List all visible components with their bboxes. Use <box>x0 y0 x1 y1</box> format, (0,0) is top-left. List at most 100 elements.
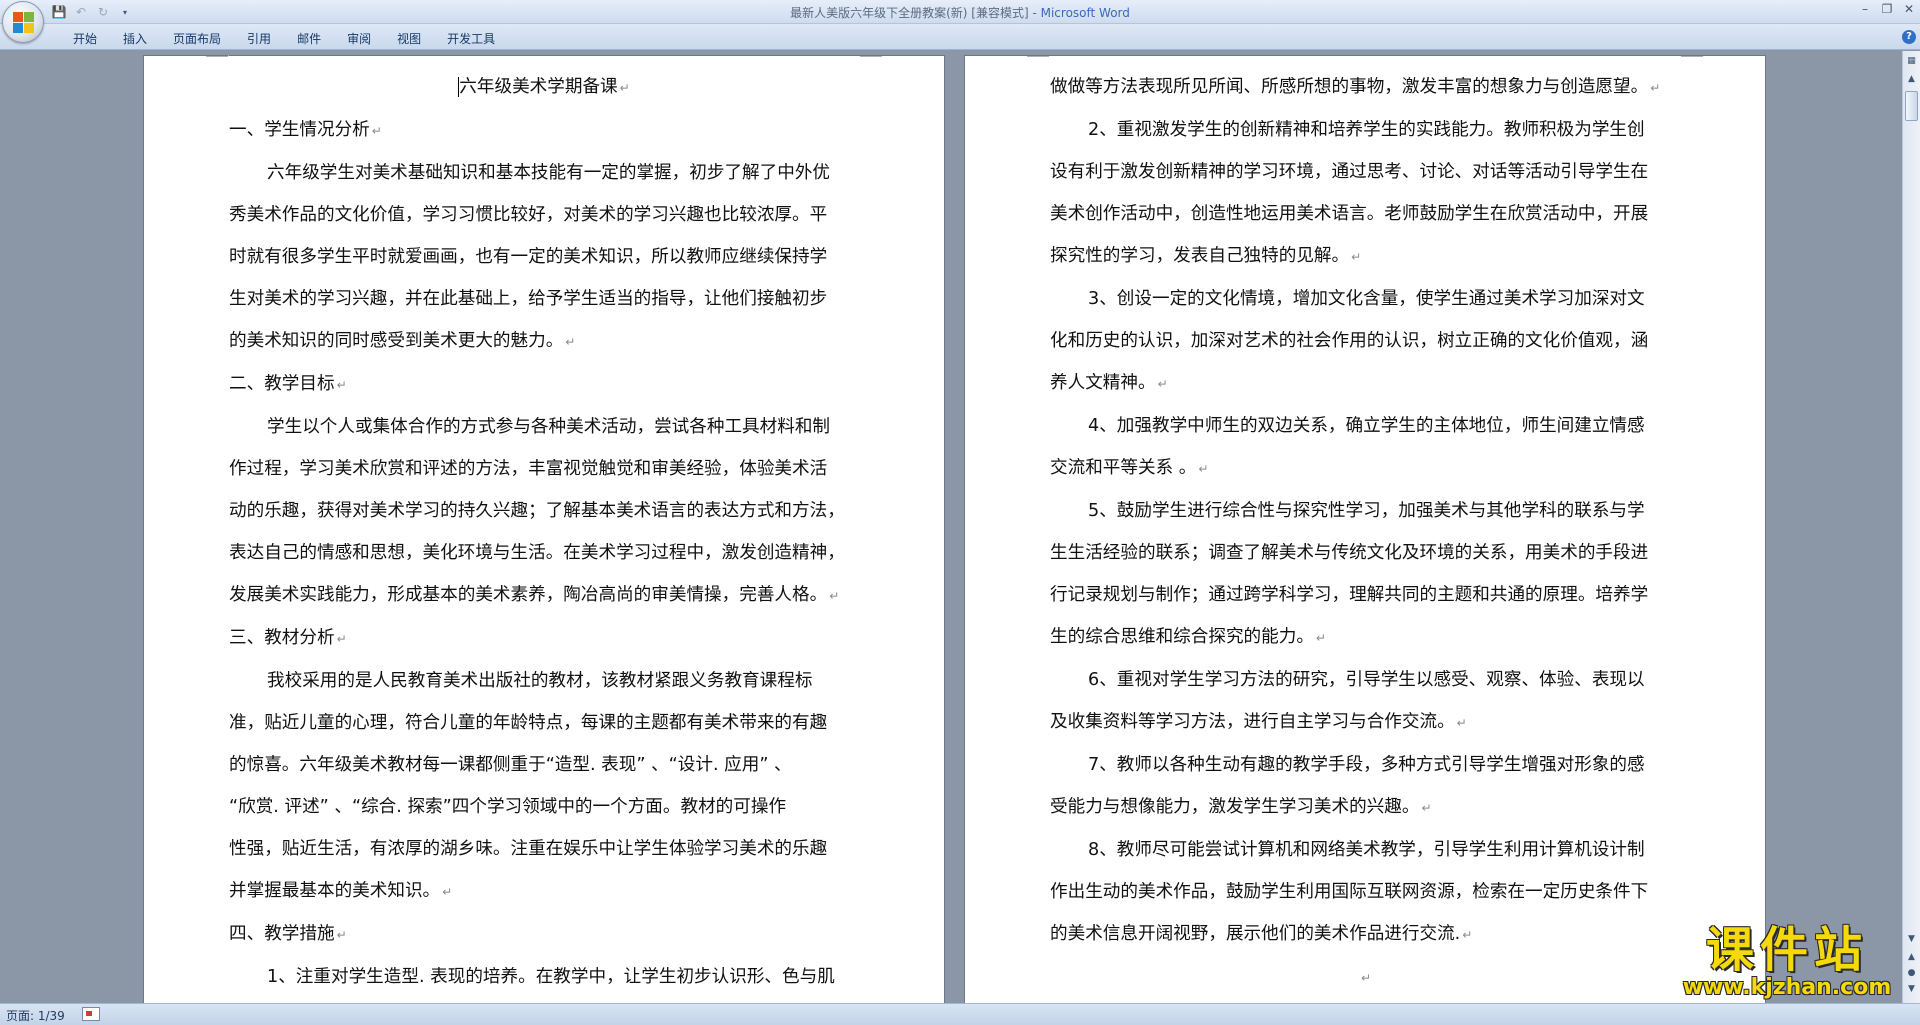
line-text: 一、学生情况分析 <box>229 120 370 140</box>
paragraph-line[interactable]: 学生以个人或集体合作的方式参与各种美术活动，尝试各种工具材料和制 <box>229 406 859 448</box>
window-controls: – ❐ ✕ <box>1854 0 1920 18</box>
paragraph-mark-icon: ↵ <box>1360 971 1372 985</box>
tab-insert[interactable]: 插入 <box>110 29 160 48</box>
tab-mailings[interactable]: 邮件 <box>284 29 334 48</box>
paragraph-line[interactable]: 二、教学目标 ↵ <box>229 363 859 406</box>
paragraph-line[interactable]: 养人文精神。 ↵ <box>1050 362 1680 405</box>
paragraph-line[interactable]: 的美术知识的同时感受到美术更大的魅力。 ↵ <box>229 320 859 363</box>
paragraph-line[interactable]: 7、教师以各种生动有趣的教学手段，多种方式引导学生增强对形象的感 <box>1050 744 1680 786</box>
paragraph-line[interactable]: 时就有很多学生平时就爱画画，也有一定的美术知识，所以教师应继续保持学 <box>229 236 859 278</box>
paragraph-line[interactable]: 表达自己的情感和思想，美化环境与生活。在美术学习过程中，激发创造精神， <box>229 532 859 574</box>
help-icon[interactable]: ? <box>1902 30 1916 44</box>
line-text: 美术创作活动中，创造性地运用美术语言。老师鼓励学生在欣赏活动中，开展 <box>1050 204 1649 224</box>
paragraph-line[interactable]: 美术创作活动中，创造性地运用美术语言。老师鼓励学生在欣赏活动中，开展 <box>1050 193 1680 235</box>
line-text: 5、鼓励学生进行综合性与探究性学习，加强美术与其他学科的联系与学 <box>1088 501 1645 521</box>
paragraph-line[interactable]: 一、学生情况分析 ↵ <box>229 109 859 152</box>
status-page-number[interactable]: 页面: 1/39 <box>6 1007 65 1024</box>
paragraph-line[interactable]: 作出生动的美术作品，鼓励学生利用国际互联网资源，检索在一定历史条件下 <box>1050 871 1680 913</box>
line-text: 四、教学措施 <box>229 924 335 944</box>
window-title: 最新人美版六年级下全册教案(新) [兼容模式] - Microsoft Word <box>0 4 1920 21</box>
paragraph-line[interactable]: 及收集资料等学习方法，进行自主学习与合作交流。 ↵ <box>1050 701 1680 744</box>
tab-review[interactable]: 审阅 <box>334 29 384 48</box>
tab-view[interactable]: 视图 <box>384 29 434 48</box>
paragraph-line[interactable]: 5、鼓励学生进行综合性与探究性学习，加强美术与其他学科的联系与学 <box>1050 490 1680 532</box>
paragraph-line[interactable]: 六年级学生对美术基础知识和基本技能有一定的掌握，初步了解了中外优 <box>229 152 859 194</box>
status-bar: 页面: 1/39 <box>0 1003 1920 1025</box>
line-text: 7、教师以各种生动有趣的教学手段，多种方式引导学生增强对形象的感 <box>1088 755 1645 775</box>
paragraph-line[interactable]: 四、教学措施 ↵ <box>229 913 859 956</box>
paragraph-line[interactable]: 三、教材分析 ↵ <box>229 617 859 660</box>
paragraph-line[interactable]: 并掌握最基本的美术知识。 ↵ <box>229 870 859 913</box>
minimize-icon[interactable]: – <box>1854 0 1876 18</box>
tab-developer[interactable]: 开发工具 <box>434 29 508 48</box>
line-text: 及收集资料等学习方法，进行自主学习与合作交流。 <box>1050 712 1455 732</box>
line-text: 六年级美术学期备课 <box>458 77 618 97</box>
paragraph-line[interactable]: “欣赏. 评述” 、“综合. 探索”四个学习领域中的一个方面。教材的可操作 <box>229 786 859 828</box>
scroll-up-icon[interactable]: ▲ <box>1904 71 1919 87</box>
paragraph-line[interactable]: 发展美术实践能力，形成基本的美术素养，陶冶高尚的审美情操，完善人格。 ↵ <box>229 574 859 617</box>
office-logo-icon <box>13 12 35 34</box>
paragraph-line[interactable]: 4、加强教学中师生的双边关系，确立学生的主体地位，师生间建立情感 <box>1050 405 1680 447</box>
paragraph-line[interactable]: 作过程，学习美术欣赏和评述的方法，丰富视觉触觉和审美经验，体验美术活 <box>229 448 859 490</box>
paragraph-line[interactable]: 受能力与想像能力，激发学生学习美术的兴趣。 ↵ <box>1050 786 1680 829</box>
proofing-icon[interactable] <box>82 1007 100 1021</box>
watermark-chinese: 课件站 <box>1705 922 1868 978</box>
paragraph-line[interactable]: 准，贴近儿童的心理，符合儿童的年龄特点，每课的主题都有美术带来的有趣 <box>229 702 859 744</box>
page-content-right[interactable]: 做做等方法表现所见所闻、所感所想的事物，激发丰富的想象力与创造愿望。 ↵ 2、重视激… <box>1050 66 1680 1003</box>
tab-home[interactable]: 开始 <box>60 29 110 48</box>
paragraph-line[interactable]: 生的综合思维和综合探究的能力。 ↵ <box>1050 616 1680 659</box>
paragraph-mark-icon: ↵ <box>1157 377 1168 391</box>
close-icon[interactable]: ✕ <box>1898 0 1920 18</box>
line-text: 设有利于激发创新精神的学习环境，通过思考、讨论、对话等活动引导学生在 <box>1050 162 1649 182</box>
paragraph-line[interactable]: ↵ <box>1050 956 1680 999</box>
ruler-toggle-icon[interactable]: ▦ <box>1904 53 1919 69</box>
paragraph-line[interactable]: 6、重视对学生学习方法的研究，引导学生以感受、观察、体验、表现以 <box>1050 659 1680 701</box>
restore-icon[interactable]: ❐ <box>1876 0 1898 18</box>
office-button[interactable] <box>2 1 44 43</box>
paragraph-line[interactable]: 1、注重对学生造型. 表现的培养。在教学中，让学生初步认识形、色与肌 <box>229 956 859 998</box>
paragraph-line[interactable]: 3、创设一定的文化情境，增加文化含量，使学生通过美术学习加深对文 <box>1050 278 1680 320</box>
paragraph-line[interactable]: 生生活经验的联系；调查了解美术与传统文化及环境的关系，用美术的手段进 <box>1050 532 1680 574</box>
tab-references[interactable]: 引用 <box>234 29 284 48</box>
paragraph-line[interactable]: 2、重视激发学生的创新精神和培养学生的实践能力。教师积极为学生创 <box>1050 109 1680 151</box>
scroll-thumb[interactable] <box>1905 91 1918 121</box>
paragraph-line[interactable]: 设有利于激发创新精神的学习环境，通过思考、讨论、对话等活动引导学生在 <box>1050 151 1680 193</box>
line-text: 学生以个人或集体合作的方式参与各种美术活动，尝试各种工具材料和制 <box>267 417 831 437</box>
corner-mark <box>1027 56 1049 57</box>
corner-mark <box>860 56 882 57</box>
paragraph-line[interactable]: 8、教师尽可能尝试计算机和网络美术教学，引导学生利用计算机设计制 <box>1050 829 1680 871</box>
paragraph-mark-icon: ↵ <box>1315 631 1326 645</box>
document-page-right[interactable]: 做做等方法表现所见所闻、所感所想的事物，激发丰富的想象力与创造愿望。 ↵ 2、重视激… <box>964 55 1766 1003</box>
paragraph-line[interactable]: 交流和平等关系 。 ↵ <box>1050 447 1680 490</box>
paragraph-line[interactable]: 我校采用的是人民教育美术出版社的教材，该教材紧跟义务教育课程标 <box>229 660 859 702</box>
paragraph-line[interactable]: 的美术信息开阔视野，展示他们的美术作品进行交流. ↵ <box>1050 913 1680 956</box>
scroll-down-icon[interactable]: ▼ <box>1904 931 1919 947</box>
select-browse-object-icon[interactable]: ● <box>1904 965 1919 981</box>
paragraph-mark-icon: ↵ <box>829 589 840 603</box>
paragraph-line[interactable]: 做做等方法表现所见所闻、所感所想的事物，激发丰富的想象力与创造愿望。 ↵ <box>1050 66 1680 109</box>
paragraph-line[interactable]: 的惊喜。六年级美术教材每一课都侧重于“造型. 表现” 、“设计. 应用” 、 <box>229 744 859 786</box>
previous-page-icon[interactable]: ▲ <box>1904 949 1919 965</box>
paragraph-line[interactable]: 性强，贴近生活，有浓厚的湖乡味。注重在娱乐中让学生体验学习美术的乐趣 <box>229 828 859 870</box>
vertical-scrollbar[interactable]: ▦ ▲ ▼ ▲ ● ▼ <box>1902 51 1920 1003</box>
paragraph-line[interactable]: 动的乐趣，获得对美术学习的持久兴趣；了解基本美术语言的表达方式和方法， <box>229 490 859 532</box>
line-text: 作出生动的美术作品，鼓励学生利用国际互联网资源，检索在一定历史条件下 <box>1050 882 1649 902</box>
page-content-left[interactable]: 六年级美术学期备课 ↵ 一、学生情况分析 ↵ 六年级学生对美术基础知识和基本技能有一定的… <box>229 66 859 998</box>
corner-mark <box>228 55 229 56</box>
paragraph-line[interactable]: 秀美术作品的文化价值，学习习惯比较好，对美术的学习兴趣也比较浓厚。平 <box>229 194 859 236</box>
ribbon: 开始 插入 页面布局 引用 邮件 审阅 视图 开发工具 ? <box>0 24 1920 50</box>
tab-page-layout[interactable]: 页面布局 <box>160 29 234 48</box>
next-page-icon[interactable]: ▼ <box>1904 981 1919 997</box>
line-text: 并掌握最基本的美术知识。 <box>229 881 441 901</box>
paragraph-line[interactable]: 化和历史的认识，加深对艺术的社会作用的认识，树立正确的文化价值观，涵 <box>1050 320 1680 362</box>
line-text: 化和历史的认识，加深对艺术的社会作用的认识，树立正确的文化价值观，涵 <box>1050 331 1649 351</box>
document-area[interactable]: 六年级美术学期备课 ↵ 一、学生情况分析 ↵ 六年级学生对美术基础知识和基本技能有一定的… <box>0 51 1902 1003</box>
document-page-left[interactable]: 六年级美术学期备课 ↵ 一、学生情况分析 ↵ 六年级学生对美术基础知识和基本技能有一定的… <box>143 55 945 1003</box>
paragraph-mark-icon: ↵ <box>336 632 347 646</box>
title-bar: 💾 ↶ ↻ ▾ 最新人美版六年级下全册教案(新) [兼容模式] - Micros… <box>0 0 1920 43</box>
paragraph-mark-icon: ↵ <box>442 885 453 899</box>
paragraph-line[interactable]: 探究性的学习，发表自己独特的见解。 ↵ <box>1050 235 1680 278</box>
paragraph-line[interactable]: 行记录规划与制作；通过跨学科学习，理解共同的主题和共通的原理。培养学 <box>1050 574 1680 616</box>
paragraph-line[interactable]: 六年级美术学期备课 ↵ <box>229 66 859 109</box>
paragraph-line[interactable]: 生对美术的学习兴趣，并在此基础上，给予学生适当的指导，让他们接触初步 <box>229 278 859 320</box>
